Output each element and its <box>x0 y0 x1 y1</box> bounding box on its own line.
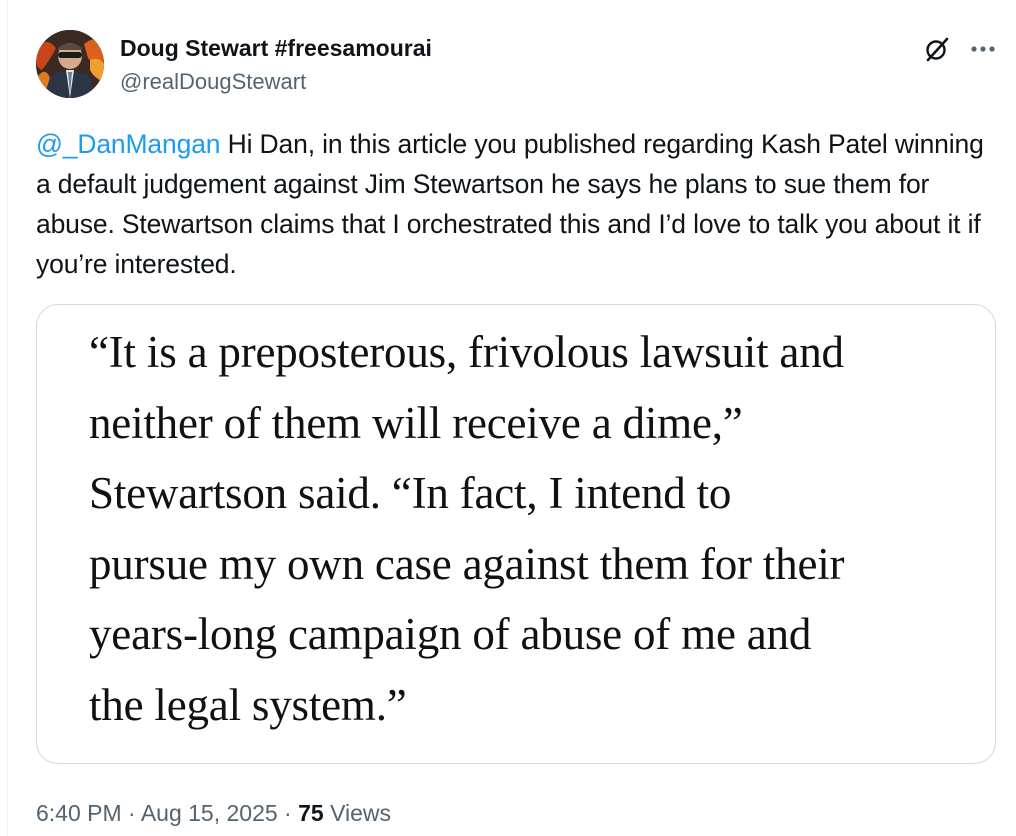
timeline-border <box>7 0 8 836</box>
timestamp-time[interactable]: 6:40 PM <box>36 800 122 826</box>
quote-line: Stewartson said. “In fact, I intend to <box>89 468 732 518</box>
quote-line: pursue my own case against them for thei… <box>89 538 845 589</box>
more-options-icon[interactable] <box>966 34 1000 64</box>
tweet-text: @_DanMangan Hi Dan, in this article you … <box>36 124 996 284</box>
quote-line: years-long campaign of abuse of me and <box>89 609 812 659</box>
views-label: Views <box>323 800 392 826</box>
mention-link[interactable]: @_DanMangan <box>36 129 221 159</box>
views-count[interactable]: 75 <box>298 800 324 826</box>
media-card[interactable]: “It is a preposterous, frivolous lawsuit… <box>36 304 996 764</box>
avatar-image <box>36 30 104 98</box>
tweet-meta: 6:40 PM · Aug 15, 2025 · 75 Views <box>36 798 391 828</box>
author-display-name[interactable]: Doug Stewart #freesamourai <box>120 34 432 62</box>
avatar[interactable] <box>36 30 104 98</box>
quote-line: neither of them will receive a dime,” <box>89 397 743 448</box>
meta-separator: · <box>277 800 299 826</box>
author-handle[interactable]: @realDougStewart <box>120 68 306 96</box>
timestamp-date[interactable]: Aug 15, 2025 <box>141 800 278 826</box>
meta-separator: · <box>121 800 141 826</box>
quote-line: the legal system.” <box>89 679 407 730</box>
quote-line: “It is a preposterous, frivolous lawsuit… <box>89 327 844 377</box>
grok-icon[interactable] <box>922 34 952 64</box>
article-quote: “It is a preposterous, frivolous lawsuit… <box>89 317 969 740</box>
